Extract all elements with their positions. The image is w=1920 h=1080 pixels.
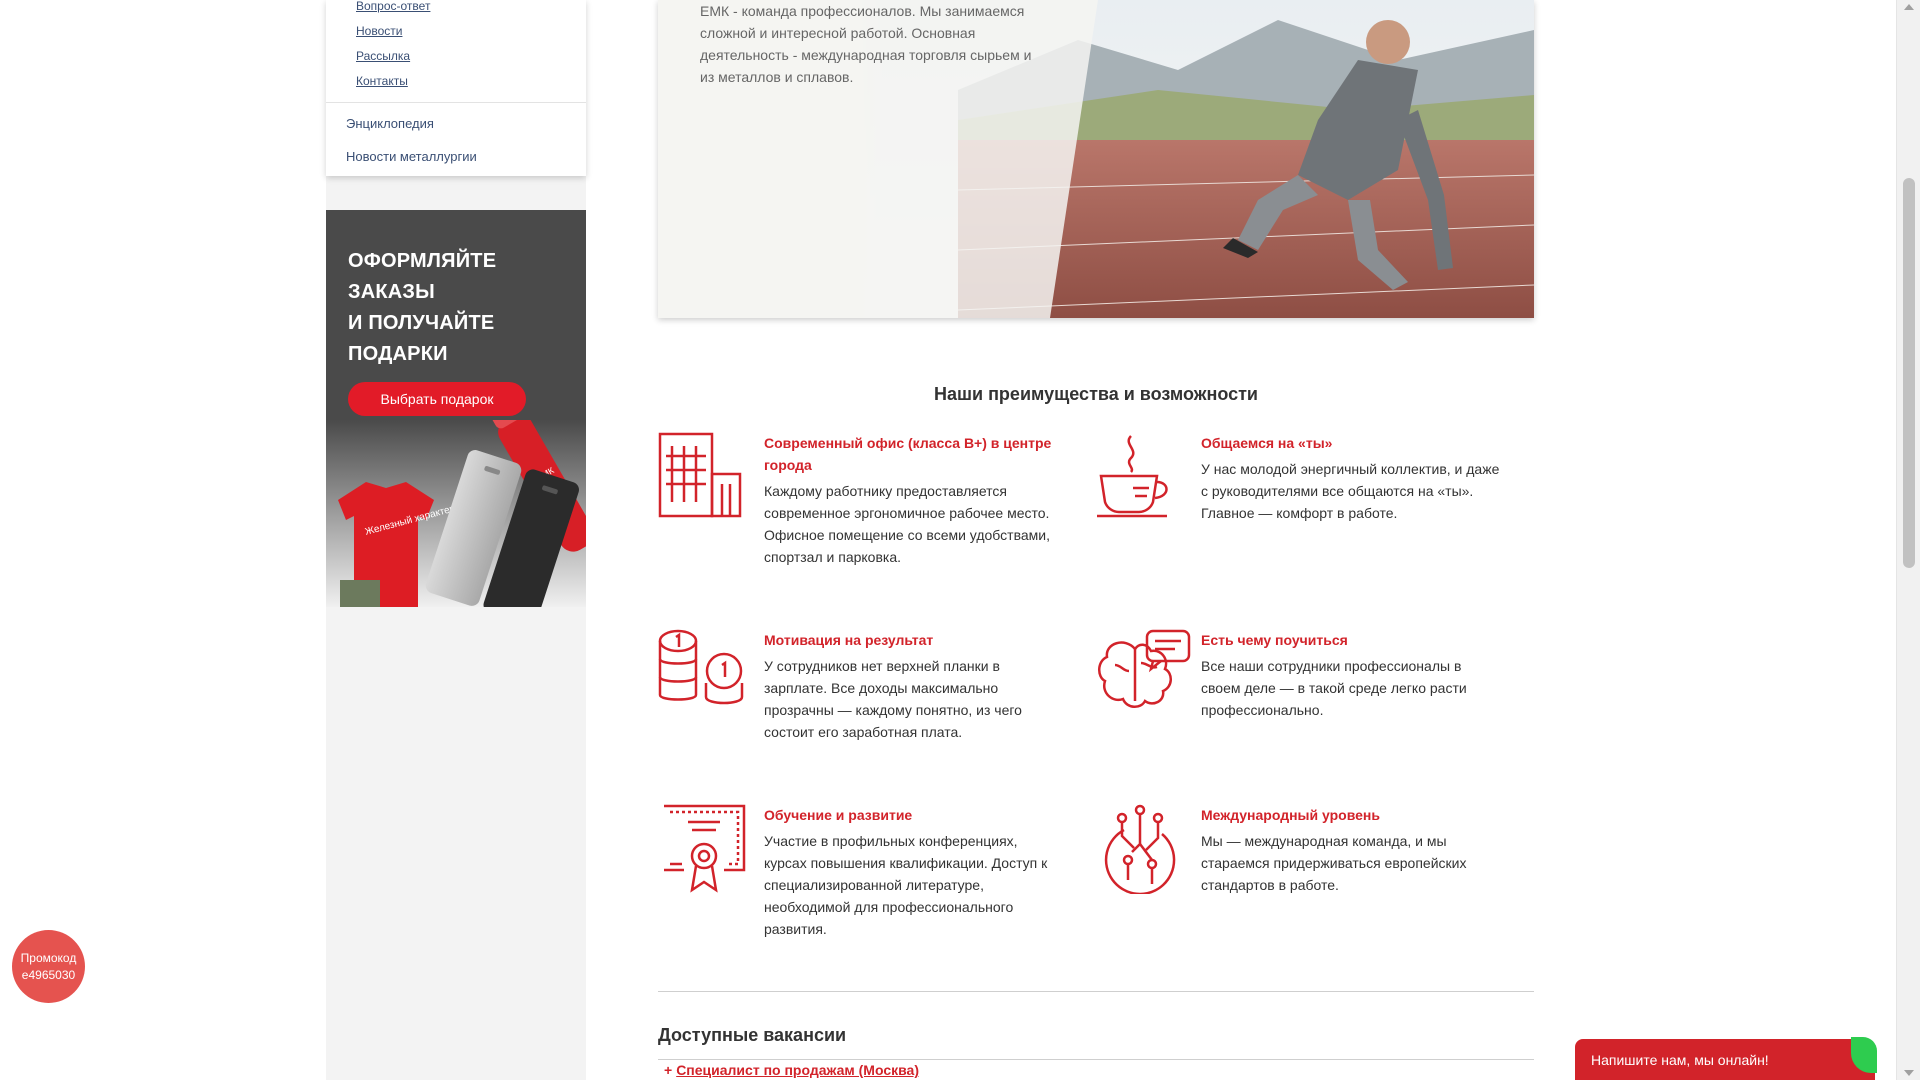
advantage-text: Мы — международная команда, и мы стараем… (1201, 833, 1467, 893)
vacancy-link[interactable]: Специалист по продажам (Москва) (676, 1062, 919, 1078)
advantage-text: Участие в профильных конференциях, курса… (764, 833, 1048, 937)
vacancies-divider (658, 1059, 1534, 1060)
advantage-item: Мотивация на результат У сотрудников нет… (764, 629, 1064, 743)
advantage-title: Современный офис (класса B+) в центре го… (764, 435, 1052, 473)
advantage-title: Общаемся на «ты» (1201, 435, 1333, 451)
online-chat-widget[interactable]: Напишите нам, мы онлайн! (1575, 1037, 1877, 1080)
vacancies-title: Доступные вакансии (658, 1025, 847, 1045)
scroll-up-icon[interactable] (1904, 4, 1914, 10)
advantage-item: Современный офис (класса B+) в центре го… (764, 432, 1064, 568)
advantage-item: Обучение и развитие Участие в профильных… (764, 804, 1064, 940)
vacancy-item[interactable]: + Специалист по продажам (Москва) (664, 1062, 919, 1078)
coffee-cup-icon (1097, 435, 1168, 518)
sidebar-submenu: Вопрос-ответ Новости Рассылка Контакты (326, 0, 586, 103)
advantage-title: Мотивация на результат (764, 632, 934, 648)
advantage-item: Международный уровень Мы — международная… (1201, 804, 1501, 896)
brain-chat-icon (1098, 629, 1191, 708)
hero-description: ЕМК - команда профессионалов. Мы занимае… (700, 3, 1032, 85)
page-scrollbar[interactable] (1896, 0, 1920, 1080)
banner-title: ОФОРМЛЯЙТЕ ЗАКАЗЫ И ПОЛУЧАЙТЕ ПОДАРКИ (348, 250, 497, 365)
online-status-icon (1851, 1037, 1877, 1073)
office-building-icon (658, 432, 742, 518)
advantage-title: Есть чему поучиться (1201, 632, 1348, 648)
submenu-item-newsletter[interactable]: Рассылка (356, 44, 586, 69)
sidebar-item-metallurgy-news[interactable]: Новости металлургии (326, 140, 586, 173)
advantage-item: Есть чему поучиться Все наши сотрудники … (1201, 629, 1501, 721)
promo-code-badge[interactable]: Промокод e4965030 (12, 930, 85, 1003)
advantage-title: Обучение и развитие (764, 807, 913, 823)
chat-label: Напишите нам, мы онлайн! (1591, 1052, 1769, 1068)
certificate-icon (664, 804, 746, 893)
coins-icon (658, 629, 744, 705)
scroll-down-icon[interactable] (1904, 1070, 1914, 1076)
gift-products-illustration: ЕМК Железный характер (326, 420, 586, 607)
advantage-text: Все наши сотрудники профессионалы в свое… (1201, 658, 1467, 718)
sidebar-item-encyclopedia[interactable]: Энциклопедия (326, 107, 586, 140)
advantage-text: У нас молодой энергичный коллектив, и да… (1201, 461, 1500, 521)
advantage-text: У сотрудников нет верхней планки в зарпл… (764, 658, 1022, 740)
advantages-title: Наши преимущества и возможности (933, 384, 1258, 404)
choose-gift-button[interactable]: Выбрать подарок (348, 382, 526, 416)
submenu-item-faq[interactable]: Вопрос-ответ (356, 0, 586, 19)
gift-promo-banner[interactable]: ОФОРМЛЯЙТЕ ЗАКАЗЫ И ПОЛУЧАЙТЕ ПОДАРКИ Вы… (326, 210, 586, 607)
advantage-title: Международный уровень (1201, 807, 1380, 823)
promo-code: e4965030 (21, 967, 76, 982)
submenu-item-news[interactable]: Новости (356, 19, 586, 44)
section-divider (658, 991, 1534, 992)
advantage-item: Общаемся на «ты» У нас молодой энергичны… (1201, 432, 1501, 524)
global-network-icon (1104, 804, 1176, 894)
promo-label: Промокод (20, 950, 77, 965)
hero-image: ЕМК - команда профессионалов. Мы занимае… (658, 0, 1534, 318)
advantage-text: Каждому работнику предоставляется соврем… (764, 483, 1050, 565)
scrollbar-thumb[interactable] (1903, 178, 1915, 568)
sidebar-menu: Вопрос-ответ Новости Рассылка Контакты Э… (326, 0, 586, 176)
submenu-item-contacts[interactable]: Контакты (356, 69, 586, 94)
expand-plus-icon[interactable]: + (664, 1062, 672, 1078)
